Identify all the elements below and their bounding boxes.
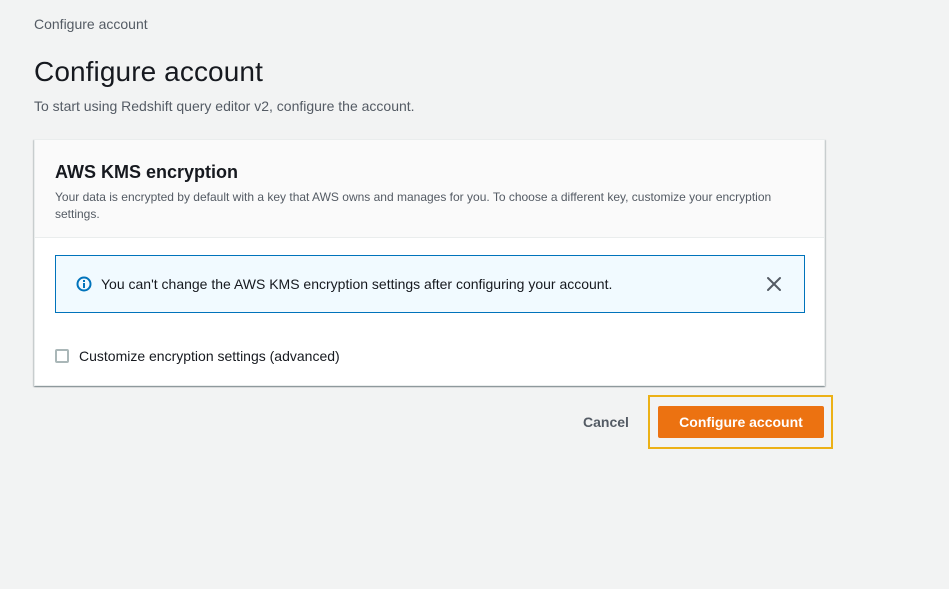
info-icon <box>76 276 92 292</box>
page-description: To start using Redshift query editor v2,… <box>34 98 415 114</box>
panel-description: Your data is encrypted by default with a… <box>55 190 772 221</box>
customize-encryption-option: Customize encryption settings (advanced) <box>55 348 340 364</box>
panel-title: AWS KMS encryption <box>55 162 239 182</box>
checkbox-label[interactable]: Customize encryption settings (advanced) <box>79 348 340 364</box>
close-icon[interactable] <box>764 274 784 294</box>
cancel-button[interactable]: Cancel <box>572 406 640 438</box>
configure-account-button[interactable]: Configure account <box>658 406 824 438</box>
encryption-panel: AWS KMS encryption Your data is encrypte… <box>34 139 825 386</box>
page-title: Configure account <box>34 56 263 87</box>
customize-encryption-checkbox[interactable] <box>55 349 69 363</box>
panel-header: AWS KMS encryption Your data is encrypte… <box>35 140 824 238</box>
info-alert: You can't change the AWS KMS encryption … <box>55 255 805 313</box>
alert-message: You can't change the AWS KMS encryption … <box>101 276 613 292</box>
breadcrumb: Configure account <box>34 16 148 32</box>
